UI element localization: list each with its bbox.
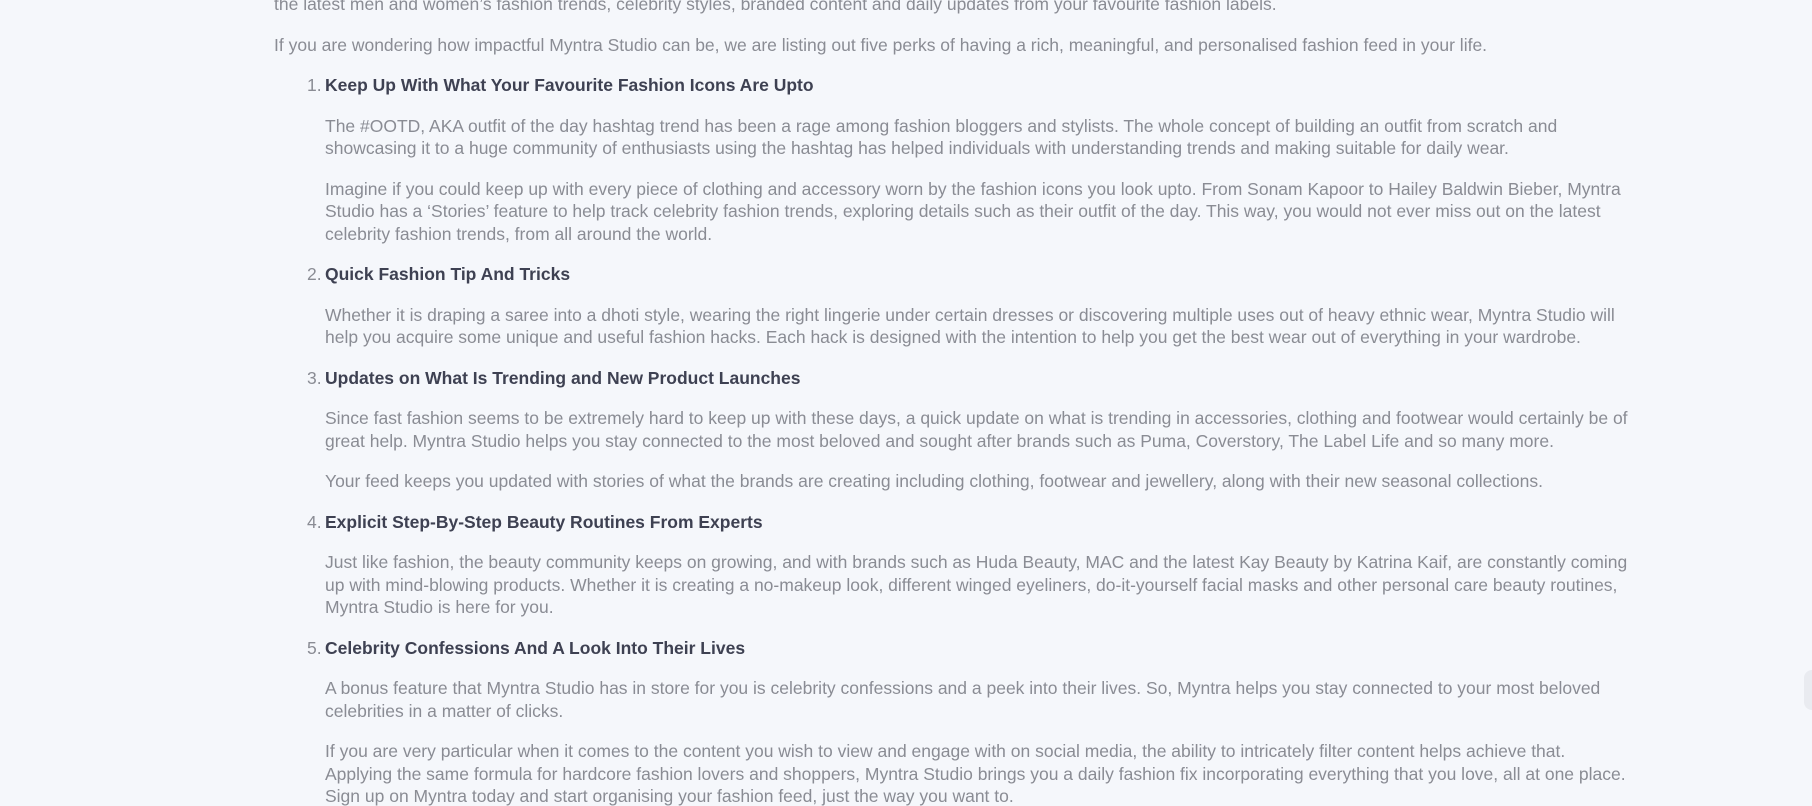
list-item: 4. Explicit Step-By-Step Beauty Routines… [274,511,1634,619]
perk-paragraph: Imagine if you could keep up with every … [325,178,1621,244]
intro-paragraph: the latest men and women’s fashion trend… [274,0,1277,14]
perk-heading: Keep Up With What Your Favourite Fashion… [325,75,814,95]
list-item: 1. Keep Up With What Your Favourite Fash… [274,74,1634,245]
perk-heading: Quick Fashion Tip And Tricks [325,264,571,284]
perk-paragraph: The #OOTD, AKA outfit of the day hashtag… [325,115,1558,159]
list-item: 5. Celebrity Confessions And A Look Into… [274,637,1634,806]
perk-heading: Celebrity Confessions And A Look Into Th… [325,637,746,658]
floating-tab-edge [1804,670,1812,710]
perk-paragraph: If you are very particular when it comes… [325,741,1626,806]
list-item: 2. Quick Fashion Tip And Tricks Whether … [274,263,1634,349]
article-body: the latest men and women’s fashion trend… [274,0,1634,806]
list-item-number: 4. [307,511,322,532]
perk-paragraph: Since fast fashion seems to be extremely… [325,408,1628,451]
perk-paragraph: Whether it is draping a saree into a dho… [325,304,1615,348]
perk-paragraph: A bonus feature that Myntra Studio has i… [325,678,1601,721]
list-item-number: 1. [307,75,322,95]
perk-paragraph: Just like fashion, the beauty community … [325,552,1628,617]
perk-heading: Explicit Step-By-Step Beauty Routines Fr… [325,511,763,532]
perk-heading: Updates on What Is Trending and New Prod… [325,367,801,388]
list-item: 3. Updates on What Is Trending and New P… [274,367,1634,493]
perks-list: 1. Keep Up With What Your Favourite Fash… [274,74,1634,806]
list-item-number: 3. [307,367,322,388]
list-item-number: 5. [307,637,322,658]
perk-paragraph: Your feed keeps you updated with stories… [325,471,1543,491]
intro-paragraph: If you are wondering how impactful Myntr… [274,34,1488,55]
list-item-number: 2. [307,264,322,284]
